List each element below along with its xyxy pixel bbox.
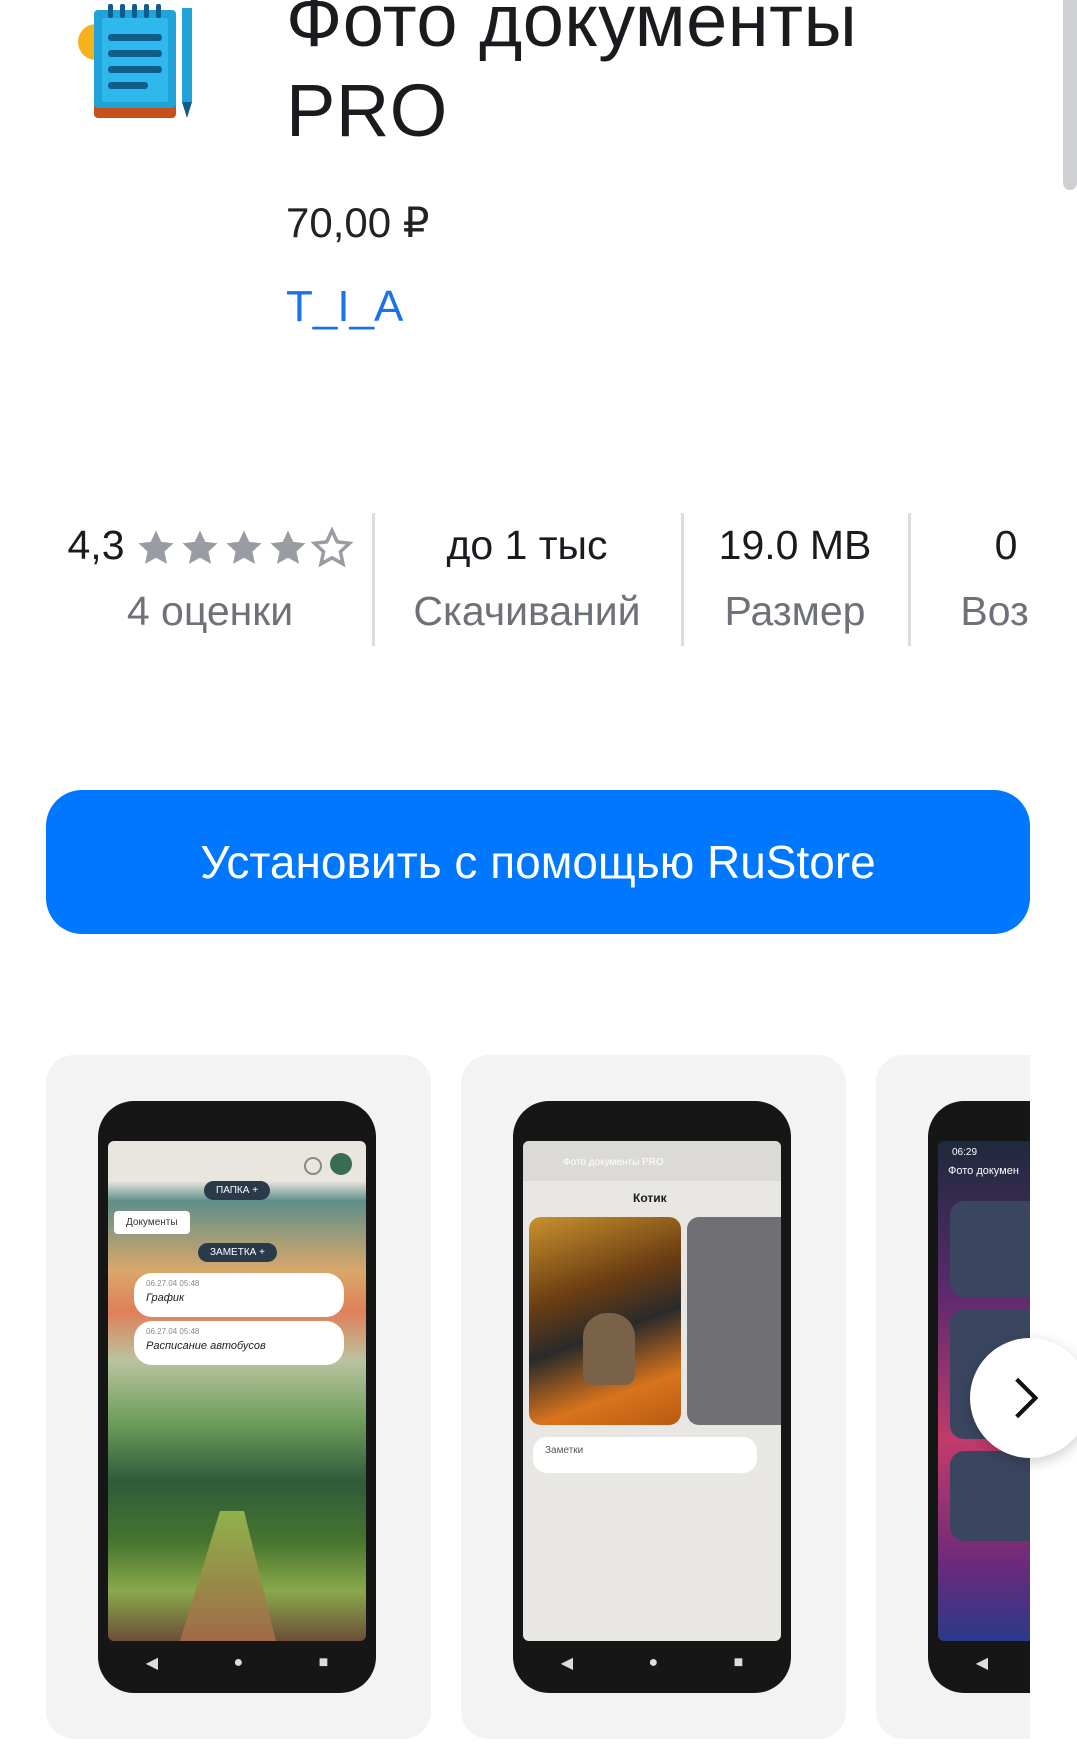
next-photo-preview (687, 1217, 781, 1425)
nav-back-icon: ◀ (975, 1655, 989, 1672)
notes-field: Заметки (533, 1437, 757, 1473)
app-toolbar: Фото документы PRO (523, 1141, 781, 1181)
size-value: 19.0 MB (718, 522, 872, 568)
chevron-right-icon (1015, 1377, 1039, 1419)
phone-screen: Фото документы PRO Котик Заметки (523, 1141, 781, 1641)
panel-card (950, 1451, 1030, 1541)
theme-toggle-icon (330, 1153, 352, 1175)
android-navbar: ◀ ● ■ (938, 1645, 1030, 1681)
stat-rating[interactable]: 4,3 4 оценки (46, 515, 374, 647)
nav-home-icon: ● (233, 1654, 244, 1671)
cat-illustration (583, 1313, 635, 1385)
notepad-icon (78, 4, 208, 124)
nav-home-icon: ● (648, 1654, 659, 1671)
stat-size: 19.0 MB Размер (682, 515, 908, 647)
note-card: 06.27.04 05:48 График (134, 1273, 344, 1317)
note-add-pill: ЗАМЕТКА + (198, 1243, 277, 1262)
phone-screen: ПАПКА + Документы ЗАМЕТКА + 06.27.04 05:… (108, 1141, 366, 1641)
screenshot-gallery[interactable]: ПАПКА + Документы ЗАМЕТКА + 06.27.04 05:… (46, 1055, 1030, 1739)
rating-value: 4,3 (67, 522, 125, 568)
folder-add-pill: ПАПКА + (204, 1181, 271, 1200)
star-filled-icon (138, 530, 173, 565)
rating-count: 4 оценки (126, 588, 294, 634)
stats-row: 4,3 4 оценки до 1 тыс Скачиваний 19.0 MB… (46, 515, 1031, 647)
stats-divider (681, 513, 684, 646)
note-date: 06.27.04 05:48 (146, 1279, 200, 1288)
nav-back-icon: ◀ (560, 1655, 574, 1672)
size-label: Размер (724, 588, 866, 634)
app-price: 70,00 ₽ (286, 199, 430, 246)
path-illustration (180, 1511, 276, 1641)
toolbar-title: Фото докумен (948, 1165, 1019, 1177)
stats-divider (372, 513, 375, 646)
app-title: Фото документы PRO (286, 0, 858, 152)
downloads-value: до 1 тыс (446, 522, 608, 568)
phone-mockup: ПАПКА + Документы ЗАМЕТКА + 06.27.04 05:… (98, 1101, 376, 1693)
star-empty-icon (310, 527, 353, 568)
page-scrollbar[interactable] (1063, 0, 1077, 190)
screenshot-card[interactable]: ПАПКА + Документы ЗАМЕТКА + 06.27.04 05:… (46, 1055, 431, 1739)
downloads-label: Скачиваний (413, 588, 641, 634)
screenshot-card[interactable]: Фото документы PRO Котик Заметки ◀ ● ■ (461, 1055, 846, 1739)
android-navbar: ◀ ● ■ (523, 1645, 781, 1681)
nav-back-icon: ◀ (145, 1655, 159, 1672)
star-filled-icon (182, 530, 217, 565)
phone-mockup: Фото документы PRO Котик Заметки ◀ ● ■ (513, 1101, 791, 1693)
info-icon (304, 1157, 322, 1175)
photo-title: Котик (633, 1191, 667, 1205)
android-navbar: ◀ ● ■ (108, 1645, 366, 1681)
age-label: Возр (960, 588, 1030, 634)
cat-photo (529, 1217, 681, 1425)
stat-downloads: до 1 тыс Скачиваний (372, 515, 682, 647)
stats-divider (908, 513, 911, 646)
developer-link[interactable]: T_I_A (286, 282, 403, 332)
folder-item: Документы (114, 1211, 190, 1234)
toolbar-title: Фото документы PRO (563, 1157, 664, 1168)
note-date: 06.27.04 05:48 (146, 1327, 200, 1336)
install-button[interactable]: Установить с помощью RuStore (46, 790, 1030, 934)
stat-age: 0 Возр (946, 515, 1030, 647)
status-time: 06:29 (952, 1147, 978, 1158)
note-title: Расписание автобусов (146, 1340, 266, 1352)
star-filled-icon (270, 530, 305, 565)
age-value: 0 (994, 522, 1018, 568)
note-card: 06.27.04 05:48 Расписание автобусов (134, 1321, 344, 1365)
panel-card (950, 1201, 1030, 1297)
rating-stars (135, 527, 353, 569)
star-filled-icon (226, 530, 261, 565)
nav-recents-icon: ■ (318, 1654, 329, 1671)
nav-recents-icon: ■ (733, 1654, 744, 1671)
note-title: График (146, 1292, 185, 1304)
